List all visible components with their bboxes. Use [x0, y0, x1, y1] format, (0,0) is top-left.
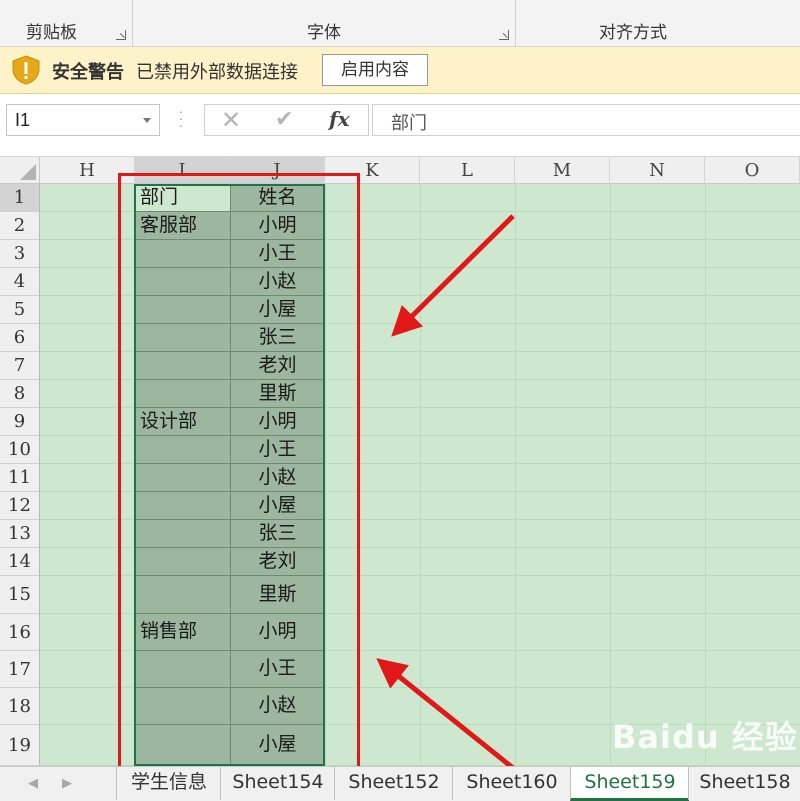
- sheet-tab[interactable]: Sheet160: [452, 767, 571, 800]
- sheet-tab[interactable]: Sheet159: [570, 767, 689, 801]
- tab-prev-icon[interactable]: ◀: [28, 775, 38, 791]
- sheet-tab[interactable]: Sheet158: [688, 767, 800, 800]
- annotation-arrows: [376, 214, 520, 774]
- baidu-watermark: Baidu 经验: [612, 718, 798, 756]
- sheet-tab[interactable]: Sheet154: [220, 767, 335, 800]
- annotation-arrow-upper: [391, 214, 515, 337]
- sheet-tab[interactable]: 学生信息: [116, 767, 221, 800]
- sheet-tab-bar: ◀ ▶ 学生信息 Sheet154 Sheet152 Sheet160 Sheet159…: [0, 766, 800, 801]
- tab-next-icon[interactable]: ▶: [62, 775, 72, 791]
- annotation-arrow-lower: [376, 658, 520, 774]
- sheet-tab[interactable]: Sheet152: [334, 767, 453, 800]
